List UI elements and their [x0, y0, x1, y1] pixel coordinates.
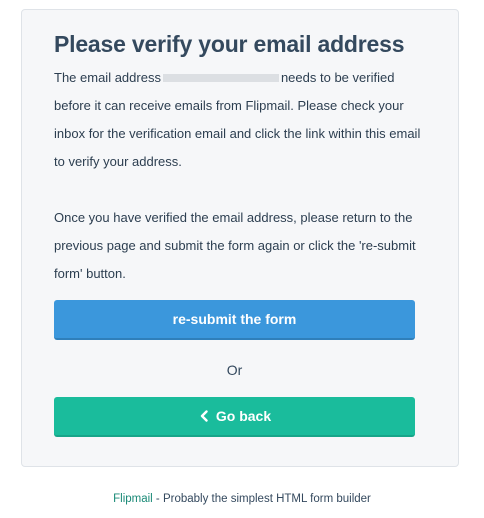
or-divider: Or	[226, 362, 243, 378]
redacted-email-address	[162, 73, 279, 82]
resubmit-form-label: re-submit the form	[172, 311, 297, 327]
verification-message: The email address needs to be verified be…	[54, 64, 426, 288]
go-back-button[interactable]: Go back	[54, 397, 415, 437]
verification-paragraph: The email address needs to be verified be…	[54, 64, 426, 176]
flipmail-link[interactable]: Flipmail	[113, 493, 153, 505]
footer-tagline: - Probably the simplest HTML form builde…	[152, 493, 371, 505]
footer: Flipmail - Probably the simplest HTML fo…	[0, 490, 484, 508]
resubmit-form-button[interactable]: re-submit the form	[54, 300, 415, 340]
instructions-paragraph: Once you have verified the email address…	[54, 210, 416, 281]
chevron-left-icon	[198, 409, 210, 423]
page-title: Please verify your email address	[54, 31, 405, 57]
email-intro-text: The email address	[54, 70, 161, 85]
go-back-label: Go back	[215, 408, 272, 424]
page: Please verify your email address The ema…	[0, 0, 484, 518]
verification-card: Please verify your email address The ema…	[21, 9, 459, 467]
